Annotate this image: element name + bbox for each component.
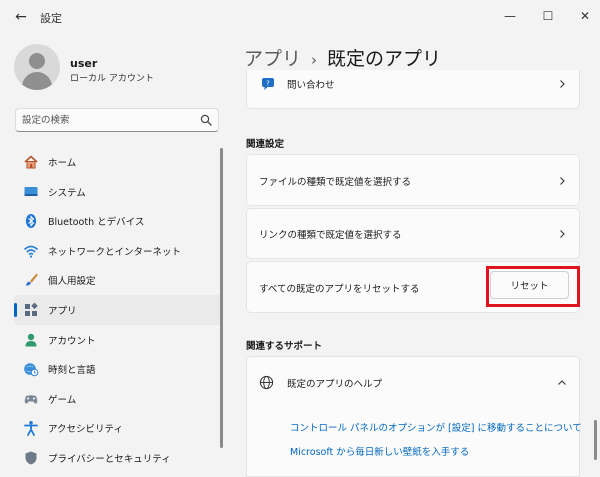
sidebar-item-time-language[interactable]: 時刻と言語 [14, 354, 222, 384]
sidebar-item-apps[interactable]: アプリ [14, 294, 222, 325]
reset-defaults-label: すべての既定のアプリをリセットする [259, 284, 420, 295]
sidebar-scrollbar[interactable] [220, 148, 223, 448]
brush-icon [26, 273, 38, 286]
globe-icon [259, 375, 274, 390]
breadcrumb-apps[interactable]: アプリ [244, 48, 301, 70]
related-settings-title: 関連設定 [246, 139, 285, 150]
globe-clock-icon [24, 363, 39, 377]
apps-icon [25, 302, 38, 316]
wifi-icon [23, 245, 39, 258]
back-button[interactable]: ← [10, 7, 32, 27]
minimize-button[interactable]: — [490, 4, 530, 28]
sidebar-item-label: ネットワークとインターネット [48, 246, 182, 258]
accessibility-icon [24, 421, 38, 437]
chevron-right-icon [560, 177, 565, 185]
bluetooth-icon [26, 214, 36, 229]
breadcrumb-separator: › [311, 51, 318, 69]
active-indicator [14, 302, 17, 317]
link-type-defaults-item[interactable]: リンクの種類で既定値を選択する [246, 208, 580, 259]
close-button[interactable]: ✕ [565, 4, 600, 28]
help-link[interactable]: Microsoft から毎日新しい壁紙を入手する [290, 444, 469, 458]
search-icon[interactable] [200, 114, 212, 126]
page-title: 既定のアプリ [327, 48, 442, 70]
breadcrumb: アプリ › 既定のアプリ [244, 44, 441, 71]
app-title: 設定 [40, 12, 62, 25]
chevron-right-icon [560, 80, 565, 88]
user-profile[interactable]: user ローカル アカウント [14, 44, 214, 100]
contact-card[interactable]: ? 問い合わせ [246, 70, 580, 109]
sidebar-item-accessibility[interactable]: アクセシビリティ [14, 413, 222, 443]
sidebar-item-label: ホーム [48, 158, 77, 169]
sidebar-item-personalization[interactable]: 個人用設定 [14, 265, 222, 295]
sidebar-nav: ホーム システム Bluetooth とデバイス ネットワークとインターネット … [14, 147, 222, 473]
sidebar-item-label: アカウント [48, 335, 96, 347]
account-type: ローカル アカウント [70, 74, 154, 84]
sidebar-item-label: 個人用設定 [48, 276, 96, 288]
reset-button[interactable]: リセット [490, 271, 569, 299]
default-apps-help-header[interactable]: 既定のアプリのヘルプ [246, 356, 580, 408]
sidebar-item-label: アプリ [48, 305, 77, 317]
sidebar-item-privacy[interactable]: プライバシーとセキュリティ [14, 443, 222, 473]
file-type-defaults-label: ファイルの種類で既定値を選択する [259, 177, 412, 188]
sidebar-item-gaming[interactable]: ゲーム [14, 384, 222, 414]
home-icon [24, 155, 38, 169]
sidebar-item-network[interactable]: ネットワークとインターネット [14, 236, 222, 266]
help-title: 既定のアプリのヘルプ [287, 379, 383, 390]
search-box[interactable] [15, 108, 219, 132]
chevron-right-icon [560, 230, 565, 238]
chevron-up-icon[interactable] [557, 378, 567, 388]
related-support-title: 関連するサポート [246, 341, 323, 352]
gamepad-icon [24, 395, 38, 404]
search-input[interactable] [22, 113, 192, 127]
sidebar-item-label: Bluetooth とデバイス [48, 217, 145, 229]
link-type-defaults-label: リンクの種類で既定値を選択する [259, 230, 402, 241]
help-links-panel [246, 407, 580, 477]
account-icon [25, 333, 37, 347]
system-icon [24, 186, 38, 196]
sidebar-item-home[interactable]: ホーム [14, 147, 222, 177]
title-bar: ← 設定 — ☐ ✕ [0, 0, 600, 34]
sidebar-item-system[interactable]: システム [14, 177, 222, 207]
maximize-button[interactable]: ☐ [528, 4, 568, 28]
file-type-defaults-item[interactable]: ファイルの種類で既定値を選択する [246, 154, 580, 206]
contact-label: 問い合わせ [287, 80, 335, 91]
avatar [14, 44, 60, 90]
help-link[interactable]: コントロール パネルのオプションが [設定] に移動することについて [290, 420, 582, 434]
sidebar-item-label: 時刻と言語 [48, 365, 96, 377]
sidebar-item-accounts[interactable]: アカウント [14, 325, 222, 355]
sidebar-item-label: ゲーム [48, 394, 77, 406]
sidebar-item-label: アクセシビリティ [48, 424, 123, 436]
sidebar-item-label: システム [48, 187, 86, 199]
sidebar-item-label: プライバシーとセキュリティ [48, 453, 171, 465]
shield-icon [25, 451, 37, 465]
help-chat-icon: ? [262, 78, 274, 90]
svg-text:?: ? [266, 79, 270, 87]
user-name: user [70, 57, 98, 70]
main-scrollbar[interactable] [594, 420, 597, 460]
sidebar-item-bluetooth[interactable]: Bluetooth とデバイス [14, 206, 222, 236]
